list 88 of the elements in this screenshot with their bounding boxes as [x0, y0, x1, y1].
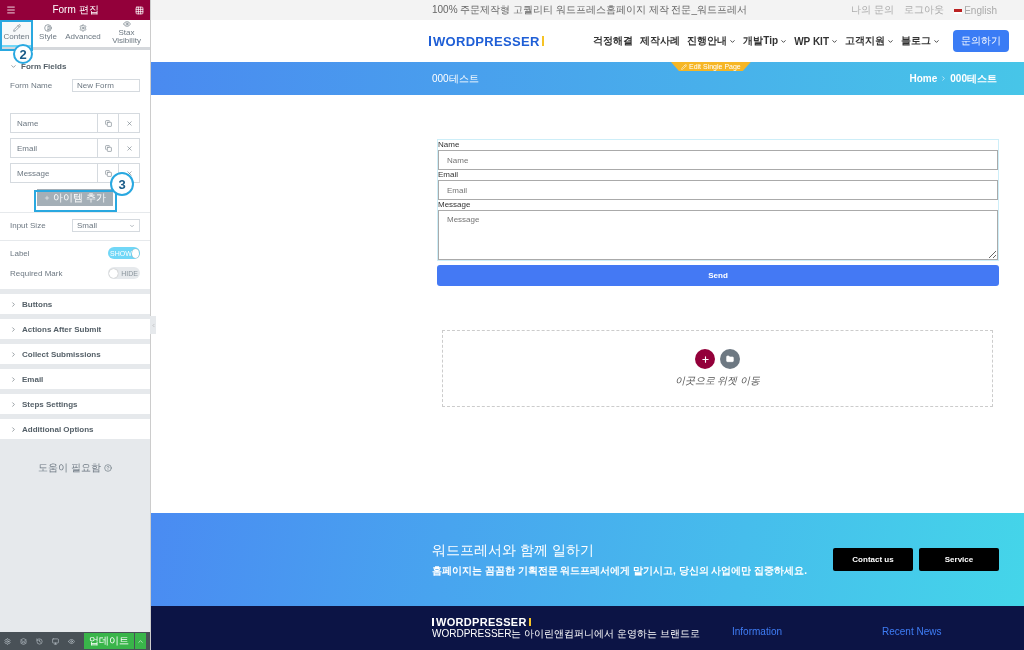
section-header[interactable]: Additional Options [0, 419, 150, 439]
chevron-icon [940, 75, 948, 82]
caret-icon [831, 37, 838, 45]
pencil-icon [681, 63, 687, 70]
breadcrumb-item: 000테스트 [950, 71, 997, 86]
pencil-icon [12, 24, 21, 32]
caret-icon [933, 37, 940, 45]
form-label: Name [438, 140, 461, 150]
copy-icon[interactable] [104, 144, 112, 152]
form-label: Message [438, 200, 472, 210]
banner-subtitle: 홈페이지는 꼼꼼한 기획전문 워드프레서에게 맡기시고, 당신의 사업에만 집중하세요. [432, 563, 808, 578]
copy-icon[interactable] [104, 119, 112, 127]
nav-item[interactable]: WP KIT [794, 35, 838, 47]
menu-icon[interactable] [6, 5, 16, 15]
section-title: Form Fields [21, 62, 67, 71]
copy-icon[interactable] [104, 169, 112, 177]
close-icon[interactable] [125, 169, 133, 177]
eye-icon [122, 20, 131, 28]
input-field[interactable]: Email [438, 180, 998, 200]
caret-icon [10, 325, 17, 333]
contact-button[interactable]: 문의하기 [953, 30, 1009, 52]
nav-item[interactable]: 진행안내 [687, 34, 737, 48]
close-icon[interactable] [125, 119, 133, 127]
contrast-icon [44, 24, 52, 32]
footer-logo: WORDPRESSER [432, 616, 732, 628]
repeater-item[interactable]: Name [10, 113, 140, 133]
form-name-field[interactable]: New Form [72, 79, 140, 92]
folder-icon [726, 355, 734, 363]
help-text: 도움이 필요함 [38, 461, 101, 475]
caret-icon [10, 300, 17, 308]
section-header[interactable]: Email [0, 369, 150, 389]
template-button[interactable] [720, 349, 740, 369]
history-icon[interactable] [36, 637, 43, 645]
section-header[interactable]: Actions After Submit [0, 319, 150, 339]
caret-icon [887, 37, 894, 45]
banner-title: 워드프레서와 함께 일하기 [432, 541, 595, 560]
caret-icon [10, 425, 17, 433]
input-size-select[interactable]: Small [72, 219, 140, 232]
page-title: 000테스트 [432, 71, 479, 86]
options-button[interactable] [135, 633, 146, 649]
section-header[interactable]: Buttons [0, 294, 150, 314]
caret-icon [780, 37, 788, 45]
field-label: Required Mark [10, 268, 63, 278]
layers-icon[interactable] [20, 637, 27, 645]
caret-icon [729, 37, 737, 45]
caret-icon[interactable] [10, 63, 17, 70]
field-label: Input Size [10, 221, 46, 230]
nav-item[interactable]: 블로그 [901, 34, 940, 48]
help-icon[interactable] [103, 464, 112, 472]
caret-icon [10, 350, 17, 358]
caret-icon [137, 637, 144, 645]
close-icon[interactable] [125, 144, 133, 152]
site-logo[interactable]: WORDPRESSER [429, 33, 544, 49]
field-label: Label [10, 248, 30, 258]
add-section-button[interactable] [695, 349, 715, 369]
banner-button[interactable]: Service [919, 548, 999, 571]
input-field[interactable]: Name [438, 150, 998, 170]
banner-button[interactable]: Contact us [833, 548, 913, 571]
footer-text: WORDPRESSER는 아이린앤컴퍼니에서 운영하는 브랜드로 [432, 628, 701, 640]
message-field[interactable]: Message [438, 210, 998, 260]
field-label: Form Name [10, 81, 53, 90]
plus-icon [700, 354, 710, 364]
collapse-handle[interactable] [150, 316, 156, 334]
repeater-item[interactable]: Email [10, 138, 140, 158]
drop-hint: 이곳으로 위젯 이동 [674, 374, 761, 388]
nav-item[interactable]: 제작사례 [640, 34, 681, 48]
nav-item[interactable]: 걱정해결 [593, 34, 634, 48]
form-label: Email [438, 170, 459, 180]
nav-item[interactable]: 개발Tip [743, 34, 788, 48]
section-header[interactable]: Collect Submissions [0, 344, 150, 364]
tagline: 100% 주문제작형 고퀄리티 워드프레스홈페이지 제작 전문_워드프레서 [432, 3, 748, 17]
panel-title: Form 편집 [52, 3, 99, 17]
monitor-icon[interactable] [52, 637, 59, 645]
settings-icon[interactable] [4, 637, 11, 645]
send-button[interactable]: Send [437, 265, 999, 286]
footer-heading: Information [732, 626, 784, 639]
eye-icon[interactable] [68, 637, 75, 645]
settings-icon [79, 24, 87, 32]
plus-icon [44, 194, 51, 201]
caret-icon [129, 222, 135, 229]
chevron-icon [150, 322, 156, 328]
grid-icon[interactable] [135, 5, 144, 15]
caret-icon [10, 400, 17, 408]
footer-heading: Recent News [882, 626, 943, 639]
caret-icon [10, 375, 17, 383]
section-header[interactable]: Steps Settings [0, 394, 150, 414]
nav-item[interactable]: 고객지원 [845, 34, 894, 48]
update-button[interactable]: 업데이트 [84, 633, 134, 649]
